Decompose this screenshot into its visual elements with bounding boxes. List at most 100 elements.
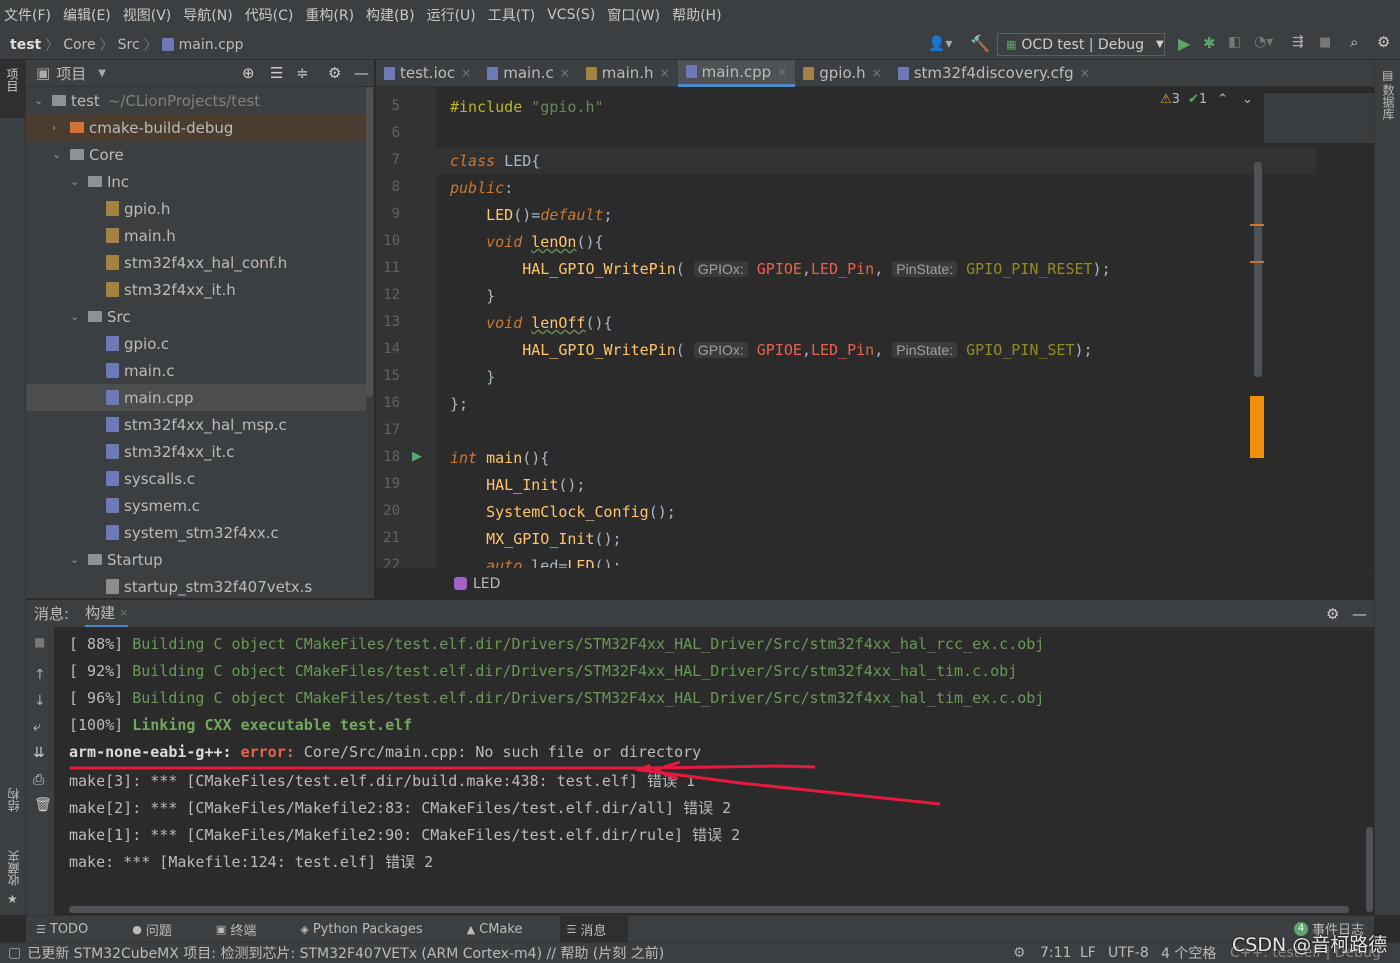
favorites-tool-label[interactable]: 收藏夹	[5, 850, 22, 886]
menu-item-3[interactable]: 导航(N)	[183, 5, 232, 25]
build-hammer-icon[interactable]: 🔨	[970, 34, 990, 53]
menu-item-8[interactable]: 工具(T)	[488, 5, 535, 25]
editor-breadcrumb-label[interactable]: LED	[473, 576, 500, 592]
close-icon[interactable]: ×	[461, 66, 471, 80]
chevron-down-icon[interactable]: ⌄	[70, 175, 88, 188]
tree-item[interactable]: ⌄ Startup	[26, 546, 366, 573]
breadcrumb-file[interactable]: main.cpp	[179, 37, 244, 53]
tool-window-0[interactable]: ☰ TODO	[30, 916, 110, 942]
menu-item-6[interactable]: 构建(B)	[366, 5, 415, 25]
tree-item[interactable]: stm32f4xx_hal_conf.h	[26, 249, 366, 276]
run-configuration-select[interactable]: ▦ OCD test | Debug ▼	[997, 33, 1165, 56]
tree-item[interactable]: system_stm32f4xx.c	[26, 519, 366, 546]
project-panel-title[interactable]: 项目	[56, 63, 86, 84]
structure-tool-label[interactable]: 结构	[5, 788, 22, 812]
tree-item[interactable]: stm32f4xx_it.c	[26, 438, 366, 465]
minimap[interactable]	[1264, 93, 1374, 143]
scroll-end-icon[interactable]: ⇊	[33, 745, 45, 761]
gear-icon[interactable]: ⚙	[328, 64, 341, 82]
menu-item-11[interactable]: 帮助(H)	[672, 5, 721, 25]
project-tool-button[interactable]: 项目	[0, 60, 25, 118]
attach-icon[interactable]: ⇶	[1292, 34, 1304, 50]
line-separator[interactable]: LF	[1080, 945, 1096, 961]
tree-item[interactable]: ⌄ Core	[26, 141, 366, 168]
menu-item-5[interactable]: 重构(R)	[305, 5, 354, 25]
print-icon[interactable]: ⎙	[33, 772, 44, 788]
tree-item[interactable]: sysmem.c	[26, 492, 366, 519]
settings-gear-icon[interactable]: ⚙	[1377, 33, 1390, 51]
breadcrumb-src[interactable]: Src	[118, 37, 140, 53]
file-encoding[interactable]: UTF-8	[1108, 945, 1149, 961]
code-editor[interactable]: 5 6 7 8 9 10 11 12 13 14 15 16 17 18 19 20 21 22 ▶ #inclu…	[376, 87, 1374, 568]
tree-scrollbar[interactable]	[366, 87, 373, 397]
editor-tab[interactable]: main.cpp ×	[677, 59, 796, 87]
close-icon[interactable]: ×	[1080, 66, 1090, 80]
arrow-down-icon[interactable]: ↓	[34, 693, 46, 709]
search-icon[interactable]: ⌕	[1350, 33, 1358, 51]
tree-item[interactable]: startup_stm32f407vetx.s	[26, 573, 366, 598]
tree-item[interactable]: syscalls.c	[26, 465, 366, 492]
editor-tab[interactable]: test.ioc ×	[376, 60, 479, 87]
close-icon[interactable]: ×	[660, 66, 670, 80]
indent-setting[interactable]: 4 个空格	[1161, 943, 1216, 963]
tab-build[interactable]: 构建 ×	[85, 600, 129, 627]
menu-item-9[interactable]: VCS(S)	[547, 7, 595, 23]
hide-icon[interactable]: —	[1352, 605, 1367, 623]
menu-item-2[interactable]: 视图(V)	[123, 5, 172, 25]
close-icon[interactable]: ×	[777, 65, 787, 79]
tree-item[interactable]: main.h	[26, 222, 366, 249]
tree-item[interactable]: gpio.c	[26, 330, 366, 357]
tree-item[interactable]: ⌄ test ~/CLionProjects/test	[26, 87, 366, 114]
run-icon[interactable]: ▶	[1178, 34, 1190, 53]
database-tool-label[interactable]: 数据库	[1380, 84, 1397, 120]
user-icon[interactable]: 👤▾	[928, 36, 952, 52]
tree-item[interactable]: ⌄ Inc	[26, 168, 366, 195]
build-output[interactable]: [ 88%] Building C object CMakeFiles/test…	[54, 627, 1374, 915]
chevron-down-icon[interactable]: ⌄	[70, 310, 88, 323]
arrow-up-icon[interactable]: ↑	[34, 667, 46, 683]
caret-position[interactable]: 7:11	[1040, 945, 1071, 961]
tool-window-3[interactable]: ◈ Python Packages	[294, 916, 444, 942]
editor-tab[interactable]: gpio.h ×	[795, 60, 889, 87]
editor-tab[interactable]: main.c ×	[479, 60, 578, 87]
tree-item[interactable]: main.cpp	[26, 384, 366, 411]
inspection-widget[interactable]: ⚠ 3 ✔ 1 ⌃ ⌄	[1160, 92, 1253, 107]
chevron-down-icon[interactable]: ⌄	[70, 553, 88, 566]
close-icon[interactable]: ×	[560, 66, 570, 80]
close-icon[interactable]: ×	[119, 606, 128, 619]
profile-icon[interactable]: ◔▾	[1254, 34, 1273, 50]
close-icon[interactable]: ×	[872, 66, 882, 80]
stop-icon[interactable]: ■	[34, 635, 45, 649]
tree-item[interactable]: ⌄ Src	[26, 303, 366, 330]
run-gutter-icon[interactable]: ▶	[412, 449, 422, 464]
chevron-down-icon[interactable]: ▼	[98, 68, 106, 79]
stop-icon[interactable]: ■	[1319, 35, 1331, 50]
status-message[interactable]: 已更新 STM32CubeMX 项目: 检测到芯片: STM32F407VETx…	[27, 943, 664, 963]
tree-item[interactable]: › cmake-build-debug	[26, 114, 366, 141]
menu-item-4[interactable]: 代码(C)	[245, 5, 294, 25]
menu-item-0[interactable]: 文件(F)	[4, 5, 51, 25]
menu-item-1[interactable]: 编辑(E)	[63, 5, 111, 25]
chevron-right-icon[interactable]: ›	[52, 121, 70, 134]
hide-icon[interactable]: —	[354, 64, 369, 82]
locate-icon[interactable]: ⊕	[242, 64, 255, 82]
debug-icon[interactable]: ✱	[1203, 34, 1216, 52]
tool-window-4[interactable]: ▲ CMake	[461, 916, 545, 942]
breadcrumb-test[interactable]: test	[10, 37, 41, 53]
chevron-up-icon[interactable]: ⌃	[1217, 92, 1228, 107]
tool-window-2[interactable]: ▣ 终端	[210, 916, 278, 942]
tree-item[interactable]: stm32f4xx_hal_msp.c	[26, 411, 366, 438]
menu-item-10[interactable]: 窗口(W)	[607, 5, 660, 25]
tree-item[interactable]: stm32f4xx_it.h	[26, 276, 366, 303]
trash-icon[interactable]: 🗑	[34, 797, 52, 813]
chevron-down-icon[interactable]: ⌄	[34, 94, 52, 107]
output-hscrollbar[interactable]	[69, 906, 1349, 913]
soft-wrap-icon[interactable]: ⤶	[33, 719, 41, 735]
collapse-all-icon[interactable]: ≑	[296, 64, 309, 82]
chevron-down-icon[interactable]: ⌄	[52, 148, 70, 161]
tree-item[interactable]: gpio.h	[26, 195, 366, 222]
editor-tab[interactable]: stm32f4discovery.cfg ×	[890, 60, 1098, 87]
breadcrumb-core[interactable]: Core	[63, 37, 95, 53]
chevron-down-icon[interactable]: ⌄	[1242, 92, 1253, 107]
expand-all-icon[interactable]: ☰	[270, 64, 283, 82]
